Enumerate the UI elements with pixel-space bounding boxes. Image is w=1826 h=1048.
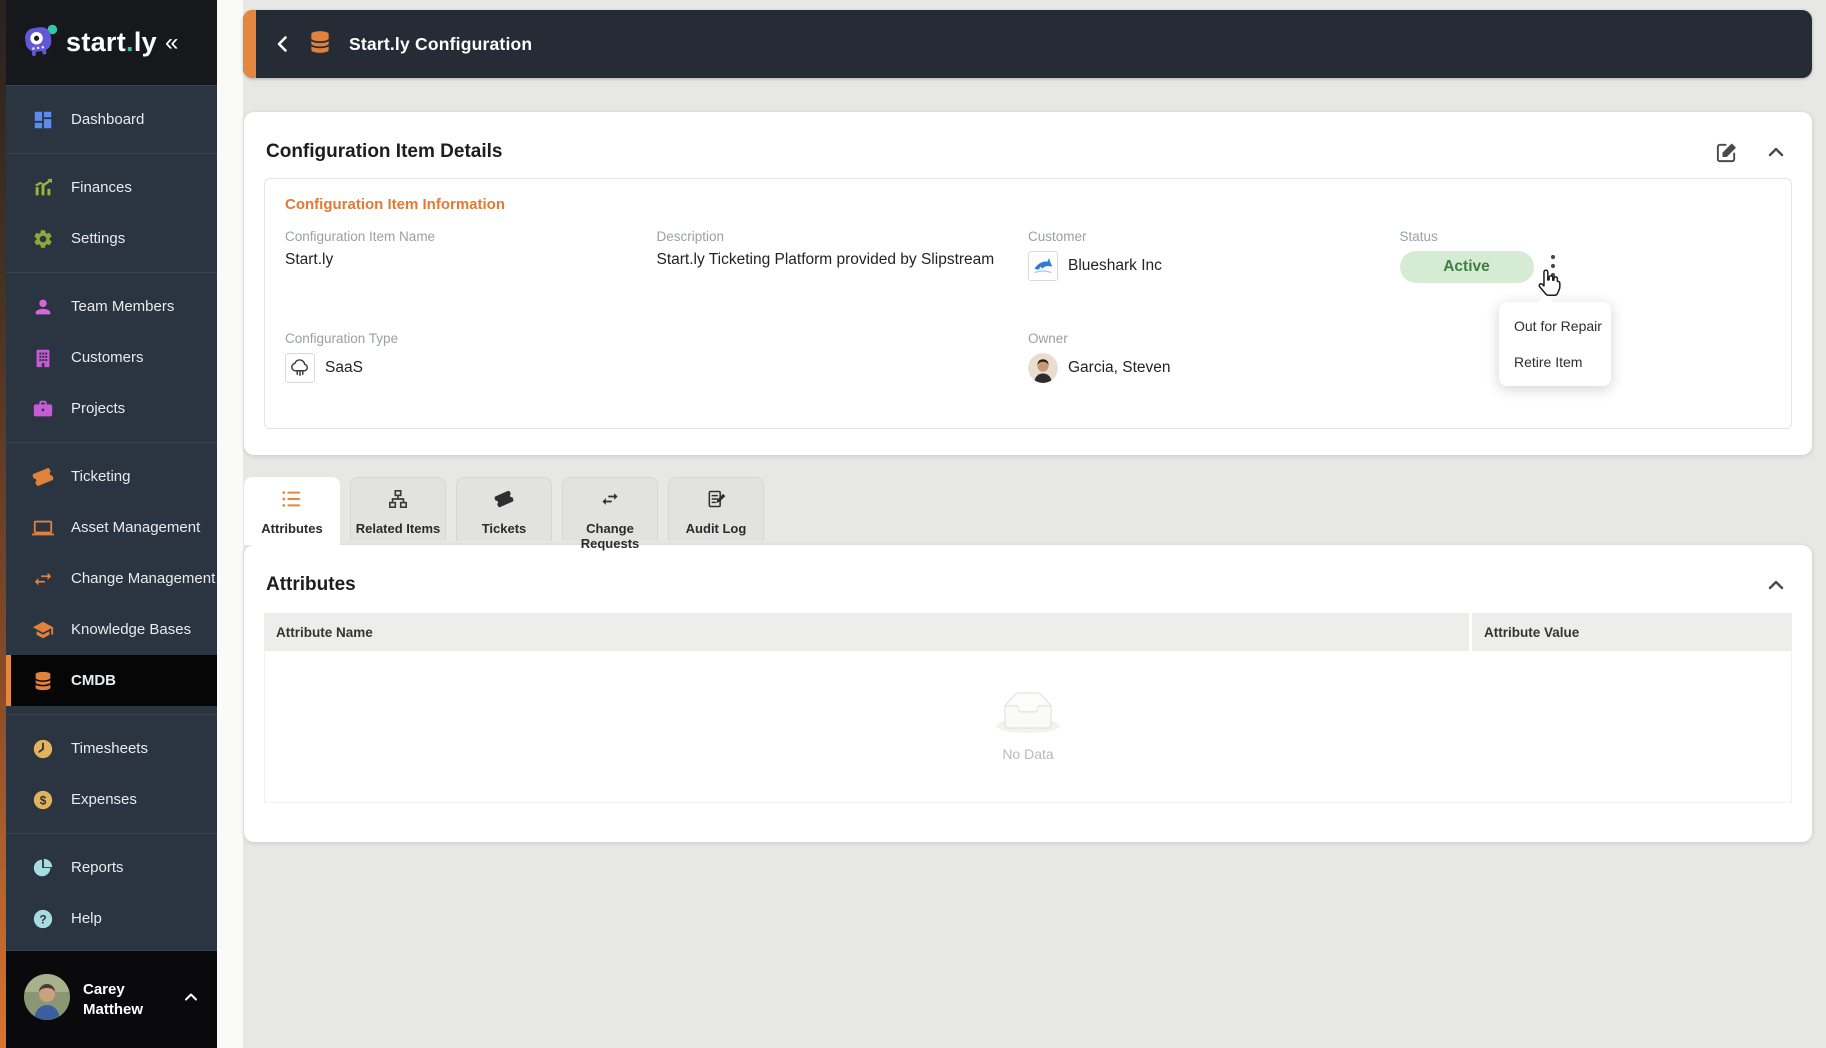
content-gutter (217, 0, 243, 1048)
swap-arrows-icon (599, 489, 621, 514)
empty-state: No Data (264, 651, 1792, 803)
window-edge (0, 0, 6, 1048)
edit-button[interactable] (1715, 141, 1738, 164)
attributes-title: Attributes (266, 574, 356, 595)
user-menu[interactable]: Carey Matthew (6, 950, 217, 1048)
svg-text:?: ? (39, 912, 46, 926)
status-menu: Out for Repair Retire Item (1499, 302, 1611, 386)
database-icon (32, 670, 54, 692)
laptop-icon (32, 517, 54, 539)
field-customer: Customer Blueshark Inc (1028, 229, 1400, 283)
collapse-details-button[interactable] (1764, 140, 1788, 164)
menu-item-retire-item[interactable]: Retire Item (1499, 344, 1611, 380)
field-description: Description Start.ly Ticketing Platform … (656, 229, 995, 268)
column-header-attribute-name: Attribute Name (264, 613, 1469, 651)
page-title: Start.ly Configuration (349, 33, 533, 54)
robot-logo-icon (18, 20, 60, 65)
back-button[interactable] (271, 32, 295, 56)
sidebar-collapse-icon[interactable]: « (165, 29, 178, 57)
svg-text:$: $ (40, 793, 47, 807)
chevron-up-icon[interactable] (181, 987, 201, 1012)
sidebar-item-dashboard[interactable]: Dashboard (6, 94, 217, 145)
details-title: Configuration Item Details (266, 141, 503, 162)
tab-change-requests[interactable]: Change Requests (562, 477, 658, 551)
question-icon: ? (32, 908, 54, 930)
field-configuration-item-name: Configuration Item Name Start.ly (285, 229, 436, 268)
sidebar-item-customers[interactable]: Customers (6, 332, 217, 383)
sidebar-item-timesheets[interactable]: Timesheets (6, 723, 217, 774)
header-accent-bar (243, 10, 256, 78)
sidebar-item-change-management[interactable]: Change Management (6, 553, 217, 604)
graduation-cap-icon (32, 619, 54, 641)
person-icon (32, 296, 54, 318)
collapse-attributes-button[interactable] (1764, 573, 1788, 597)
field-owner: Owner Garcia, Steven (1028, 331, 1400, 383)
finances-icon (32, 177, 54, 199)
sidebar-item-settings[interactable]: Settings (6, 213, 217, 264)
customer-logo (1028, 251, 1058, 281)
sidebar-item-knowledge-bases[interactable]: Knowledge Bases (6, 604, 217, 655)
briefcase-icon (32, 398, 54, 420)
clock-icon (32, 738, 54, 760)
sidebar-item-asset-management[interactable]: Asset Management (6, 502, 217, 553)
logo-wordmark: start.ly (66, 27, 157, 57)
menu-item-out-for-repair[interactable]: Out for Repair (1499, 308, 1611, 344)
tab-audit-log[interactable]: Audit Log (668, 477, 764, 541)
building-icon (32, 347, 54, 369)
status-kebab-menu-button[interactable] (1550, 254, 1556, 280)
dashboard-icon (32, 109, 54, 131)
tab-bar: Attributes Related Items Tickets Change … (244, 477, 764, 551)
no-data-text: No Data (1002, 745, 1054, 762)
screen: start.ly « Dashboard Finances Settings T… (0, 0, 1826, 1048)
column-header-attribute-value: Attribute Value (1472, 613, 1792, 651)
tab-attributes[interactable]: Attributes (244, 477, 340, 545)
list-icon (281, 489, 303, 514)
sidebar-item-team-members[interactable]: Team Members (6, 281, 217, 332)
tab-related-items[interactable]: Related Items (350, 477, 446, 541)
sidebar-item-help[interactable]: ? Help (6, 893, 217, 944)
tab-tickets[interactable]: Tickets (456, 477, 552, 541)
swap-arrows-icon (32, 568, 54, 590)
sidebar-item-projects[interactable]: Projects (6, 383, 217, 434)
main-area: Start.ly Configuration Configuration Ite… (217, 0, 1826, 1048)
sidebar-item-expenses[interactable]: $ Expenses (6, 774, 217, 825)
field-configuration-type: Configuration Type SaaS (285, 331, 657, 383)
ticket-icon (32, 466, 54, 488)
sidebar: start.ly « Dashboard Finances Settings T… (6, 0, 217, 1048)
details-card: Configuration Item Details Configuration… (244, 112, 1812, 455)
document-pencil-icon (705, 489, 727, 514)
app-logo[interactable]: start.ly « (6, 0, 217, 86)
attributes-card: Attributes Attribute Name Attribute Valu… (244, 545, 1812, 842)
dollar-icon: $ (32, 789, 54, 811)
sidebar-nav: Dashboard Finances Settings Team Members… (6, 86, 217, 950)
field-status: Status Active (1399, 229, 1772, 283)
status-badge: Active (1399, 251, 1534, 283)
avatar (24, 974, 70, 1025)
pie-chart-icon (32, 857, 54, 879)
attributes-table: Attribute Name Attribute Value No Data (264, 613, 1792, 803)
gear-icon (32, 228, 54, 250)
sidebar-item-finances[interactable]: Finances (6, 162, 217, 213)
sidebar-item-reports[interactable]: Reports (6, 842, 217, 893)
configuration-type-icon (285, 353, 315, 383)
database-icon (307, 29, 333, 60)
hierarchy-icon (387, 489, 409, 514)
page-header: Start.ly Configuration (243, 10, 1812, 78)
sidebar-item-cmdb[interactable]: CMDB (6, 655, 217, 706)
sidebar-item-ticketing[interactable]: Ticketing (6, 451, 217, 502)
owner-avatar (1028, 353, 1058, 383)
ticket-icon (493, 489, 515, 514)
user-name: Carey Matthew (83, 981, 143, 1018)
empty-inbox-icon (996, 692, 1060, 738)
section-title: Configuration Item Information (285, 196, 505, 213)
